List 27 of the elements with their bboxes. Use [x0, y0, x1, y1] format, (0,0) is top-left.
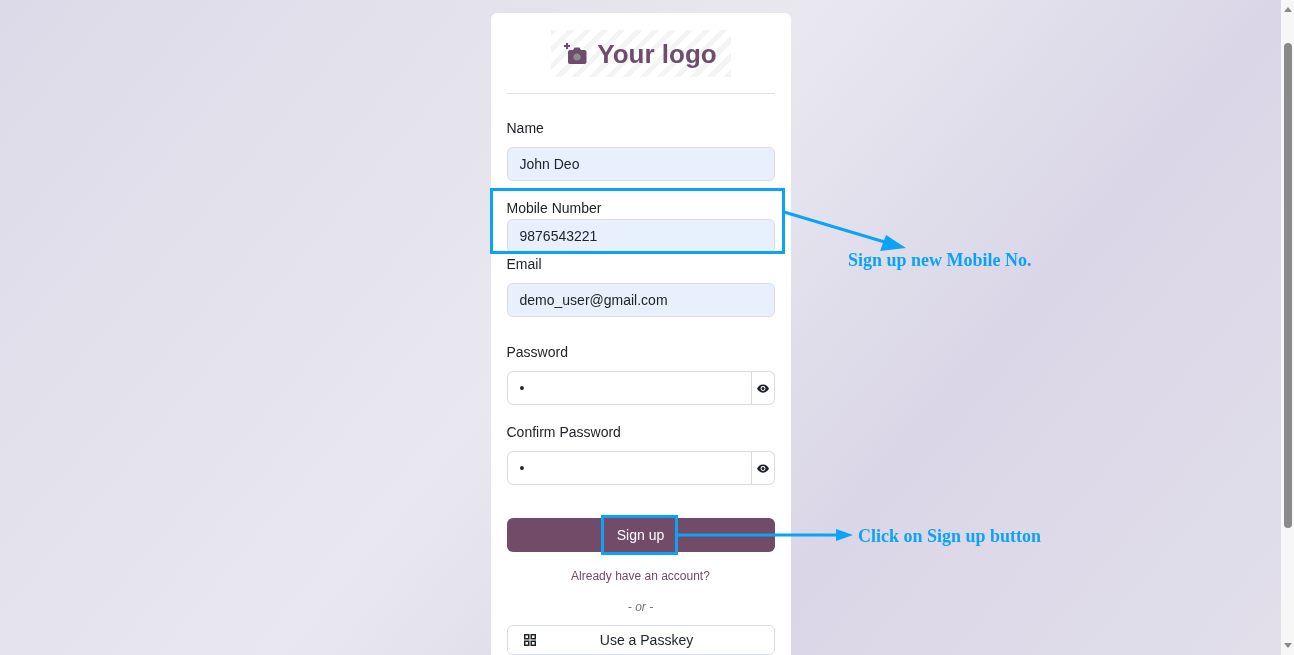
scroll-down-icon[interactable]: [1283, 643, 1292, 648]
callout-text: Click on Sign up button: [858, 525, 1042, 547]
input-field[interactable]: John Deo: [506, 147, 775, 181]
field-label: Mobile Number: [506, 199, 603, 218]
grid-icon: [523, 634, 536, 646]
login-link[interactable]: Already have an account?: [571, 568, 710, 584]
input-field[interactable]: 9876543221: [506, 219, 775, 253]
eye-icon: [756, 383, 769, 393]
field-label: Name: [506, 119, 545, 138]
scrollbar-thumb[interactable]: [1283, 43, 1292, 528]
show-password-button[interactable]: [751, 451, 775, 485]
callout-text: Sign up new Mobile No.: [848, 249, 1032, 271]
show-password-button[interactable]: [751, 371, 775, 405]
field-label: Confirm Password: [506, 423, 622, 442]
field-label: Password: [506, 343, 569, 362]
scrollbar[interactable]: [1281, 0, 1294, 655]
eye-icon: [756, 463, 769, 473]
camera-plus-icon: [564, 43, 588, 64]
input-field[interactable]: demo_user@gmail.com: [506, 283, 775, 317]
passkey-button[interactable]: Use a Passkey: [506, 625, 775, 655]
separator-text: - or -: [627, 599, 654, 615]
field-label: Email: [506, 255, 543, 274]
sign-up-button[interactable]: Sign up: [506, 518, 775, 552]
input-field[interactable]: •: [506, 451, 752, 485]
scroll-up-icon[interactable]: [1283, 7, 1292, 12]
logo-text: Your logo: [597, 37, 717, 70]
input-field[interactable]: •: [506, 371, 752, 405]
